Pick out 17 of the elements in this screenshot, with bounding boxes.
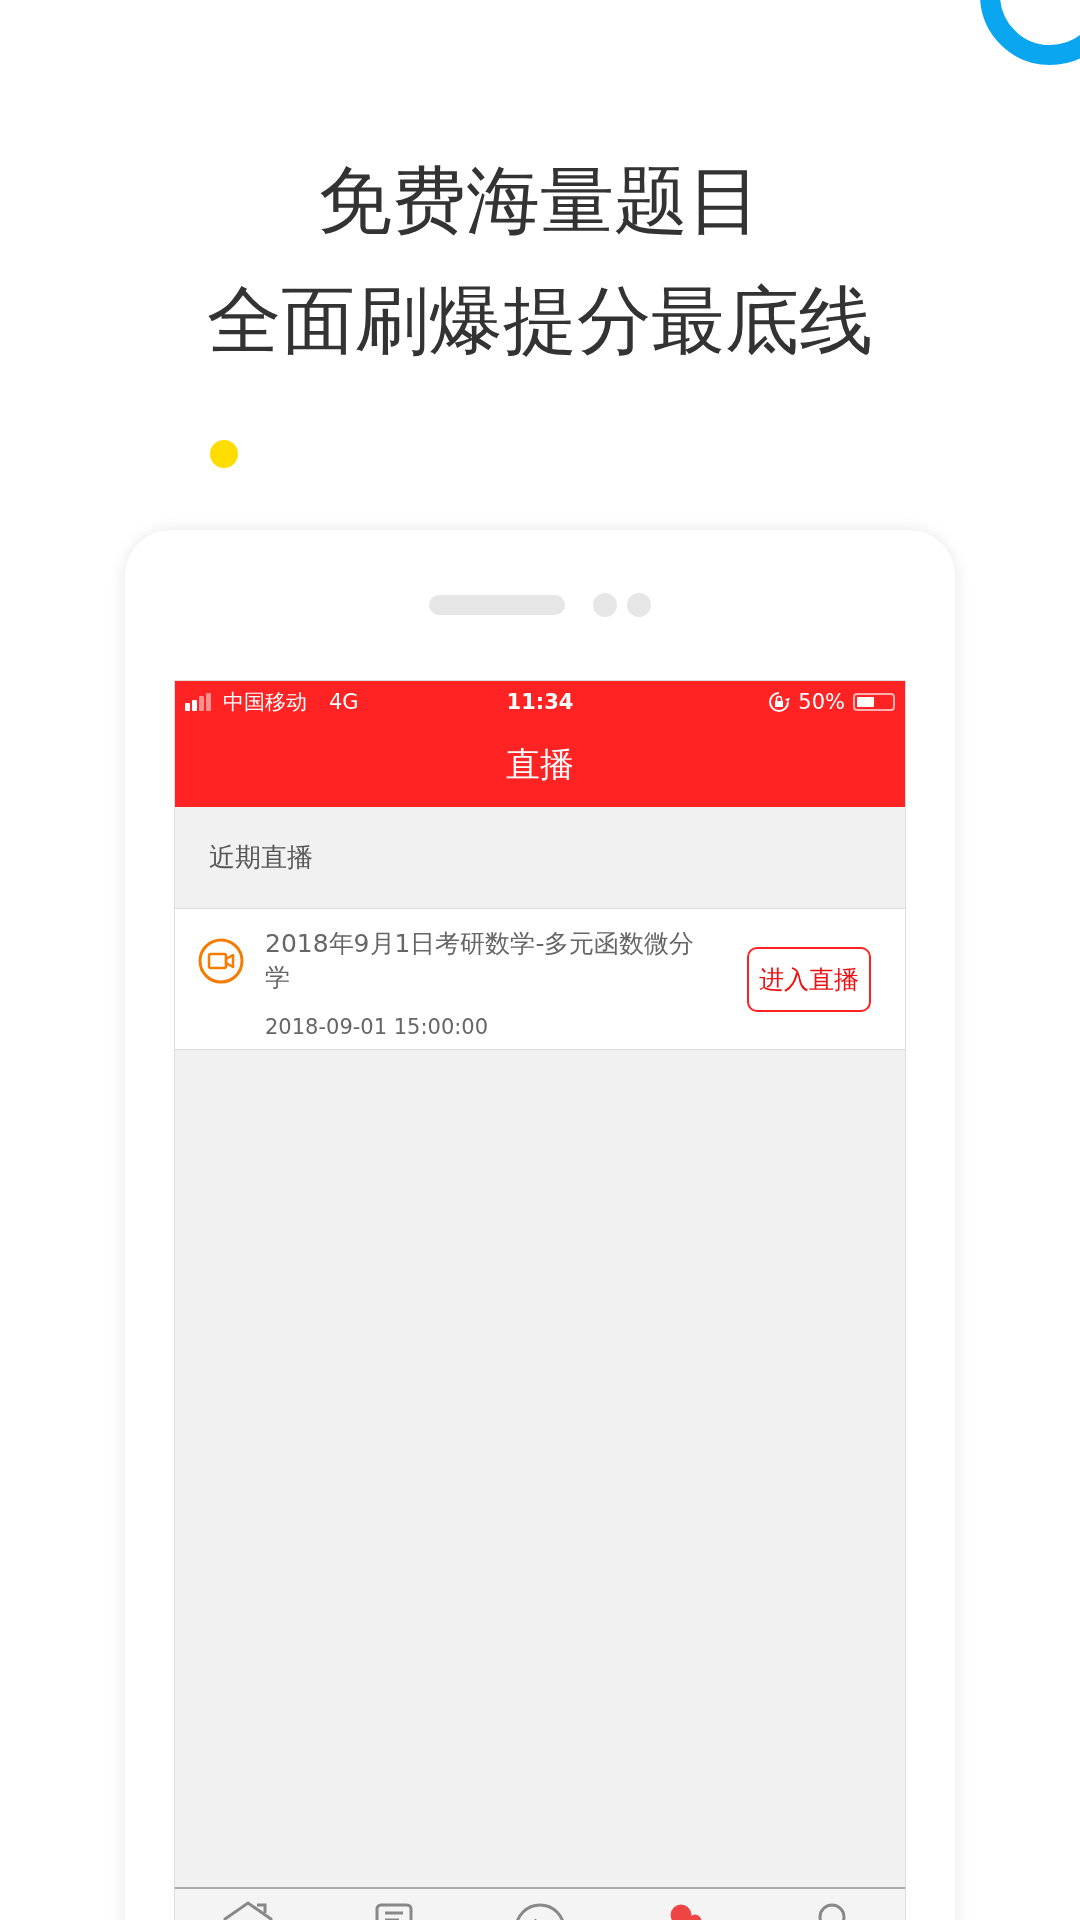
video-camera-icon [197,937,245,985]
page-title: 直播 [505,743,575,786]
carrier-text: 中国移动 [223,689,307,716]
rotation-lock-icon [768,691,791,713]
headline: 免费海量题目 [318,156,762,245]
sensor-dot [627,593,651,617]
live-title: 2018年9月1日考研数学-多元函数微分学 [265,928,696,994]
camera-dot [593,593,617,617]
section-title: 近期直播 [209,841,313,874]
battery-icon [853,693,895,711]
battery-percent: 50% [798,690,845,714]
enter-live-button[interactable]: 进入直播 [747,947,871,1012]
clock-text: 11:34 [506,690,574,714]
headline: 全面刷爆提分最底线 [207,276,873,365]
live-time: 2018-09-01 15:00:00 [265,1015,490,1039]
dot-decoration [210,440,238,468]
network-text: 4G [329,690,359,714]
